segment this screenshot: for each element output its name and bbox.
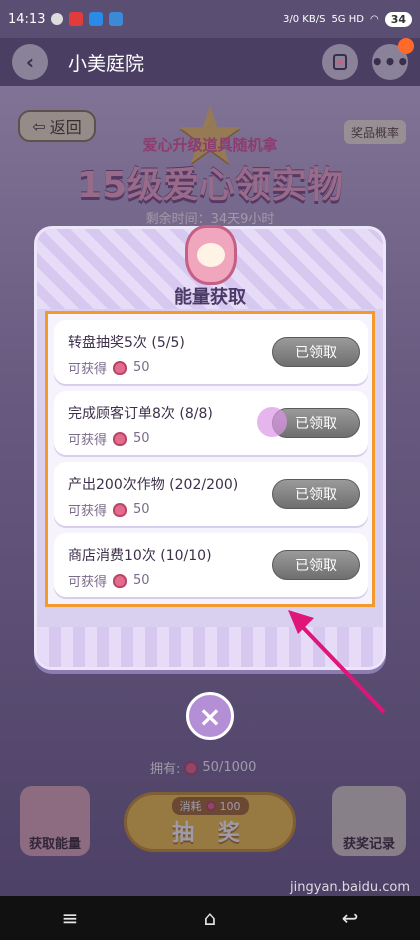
status-time: 14:13 [8,11,46,27]
claimed-button[interactable]: 已领取 [272,337,360,367]
claimed-button[interactable]: 已领取 [257,407,360,438]
menu-icon[interactable]: ≡ [50,906,90,930]
reward-label: 可获得 [68,362,108,377]
app-header: ‹ 小美庭院 ••• [0,38,420,86]
energy-heart-icon [113,502,128,517]
watermark: jingyan.baidu.com [290,880,410,895]
task-reward: 可获得 50 [68,571,150,590]
back-nav-icon[interactable]: ↩ [330,906,370,930]
app-notification-icon [69,12,84,26]
reward-label: 可获得 [68,504,108,519]
close-icon[interactable]: × [186,692,234,740]
notification-dot [398,38,414,54]
reward-label: 可获得 [68,575,108,590]
task-row: 完成顾客订单8次 (8/8) 可获得 50 已领取 [54,391,368,455]
annotation-arrow [288,610,386,714]
reward-value: 50 [133,360,150,375]
task-reward: 可获得 50 [68,358,150,377]
energy-heart-icon [113,431,128,446]
energy-heart-icon [113,573,128,588]
reward-value: 50 [133,502,150,517]
reward-value: 50 [133,431,150,446]
task-name: 商店消费10次 (10/10) [68,548,212,564]
network-speed: 3/0 KB/S [283,13,326,25]
task-name: 完成顾客订单8次 (8/8) [68,406,213,422]
status-bar: 14:13 3/0 KB/S 5G HD ◠ 34 [0,0,420,38]
task-row: 转盘抽奖5次 (5/5) 可获得 50 已领取 [54,320,368,384]
task-row: 产出200次作物 (202/200) 可获得 50 已领取 [54,462,368,526]
task-row: 商店消费10次 (10/10) 可获得 50 已领取 [54,533,368,597]
settings-icon [51,13,64,25]
app-title: 小美庭院 [68,52,145,75]
task-list-highlight: 转盘抽奖5次 (5/5) 可获得 50 已领取 完成顾客订单8次 (8/8) 可… [45,311,375,607]
task-name: 产出200次作物 (202/200) [68,477,239,493]
home-icon[interactable]: ⌂ [190,906,230,930]
task-reward: 可获得 50 [68,500,150,519]
claimed-label: 已领取 [295,416,337,432]
reward-label: 可获得 [68,433,108,448]
claimed-button[interactable]: 已领取 [272,479,360,509]
app-notification-icon-3 [109,12,124,26]
bookmark-icon[interactable] [322,44,358,80]
battery-level: 34 [384,11,412,27]
task-reward: 可获得 50 [68,429,150,448]
wifi-icon: ◠ [369,13,379,25]
task-name: 转盘抽奖5次 (5/5) [68,335,185,351]
system-nav-bar: ≡ ⌂ ↩ [0,896,420,940]
energy-heart-icon [113,360,128,375]
touch-indicator [257,407,287,437]
signal-label: 5G HD [331,13,364,25]
claimed-button[interactable]: 已领取 [272,550,360,580]
back-arrow-icon[interactable]: ‹ [12,44,48,80]
modal-title: 能量获取 [174,287,246,308]
lantern-icon [185,225,237,285]
reward-value: 50 [133,573,150,588]
app-notification-icon-2 [89,12,104,26]
